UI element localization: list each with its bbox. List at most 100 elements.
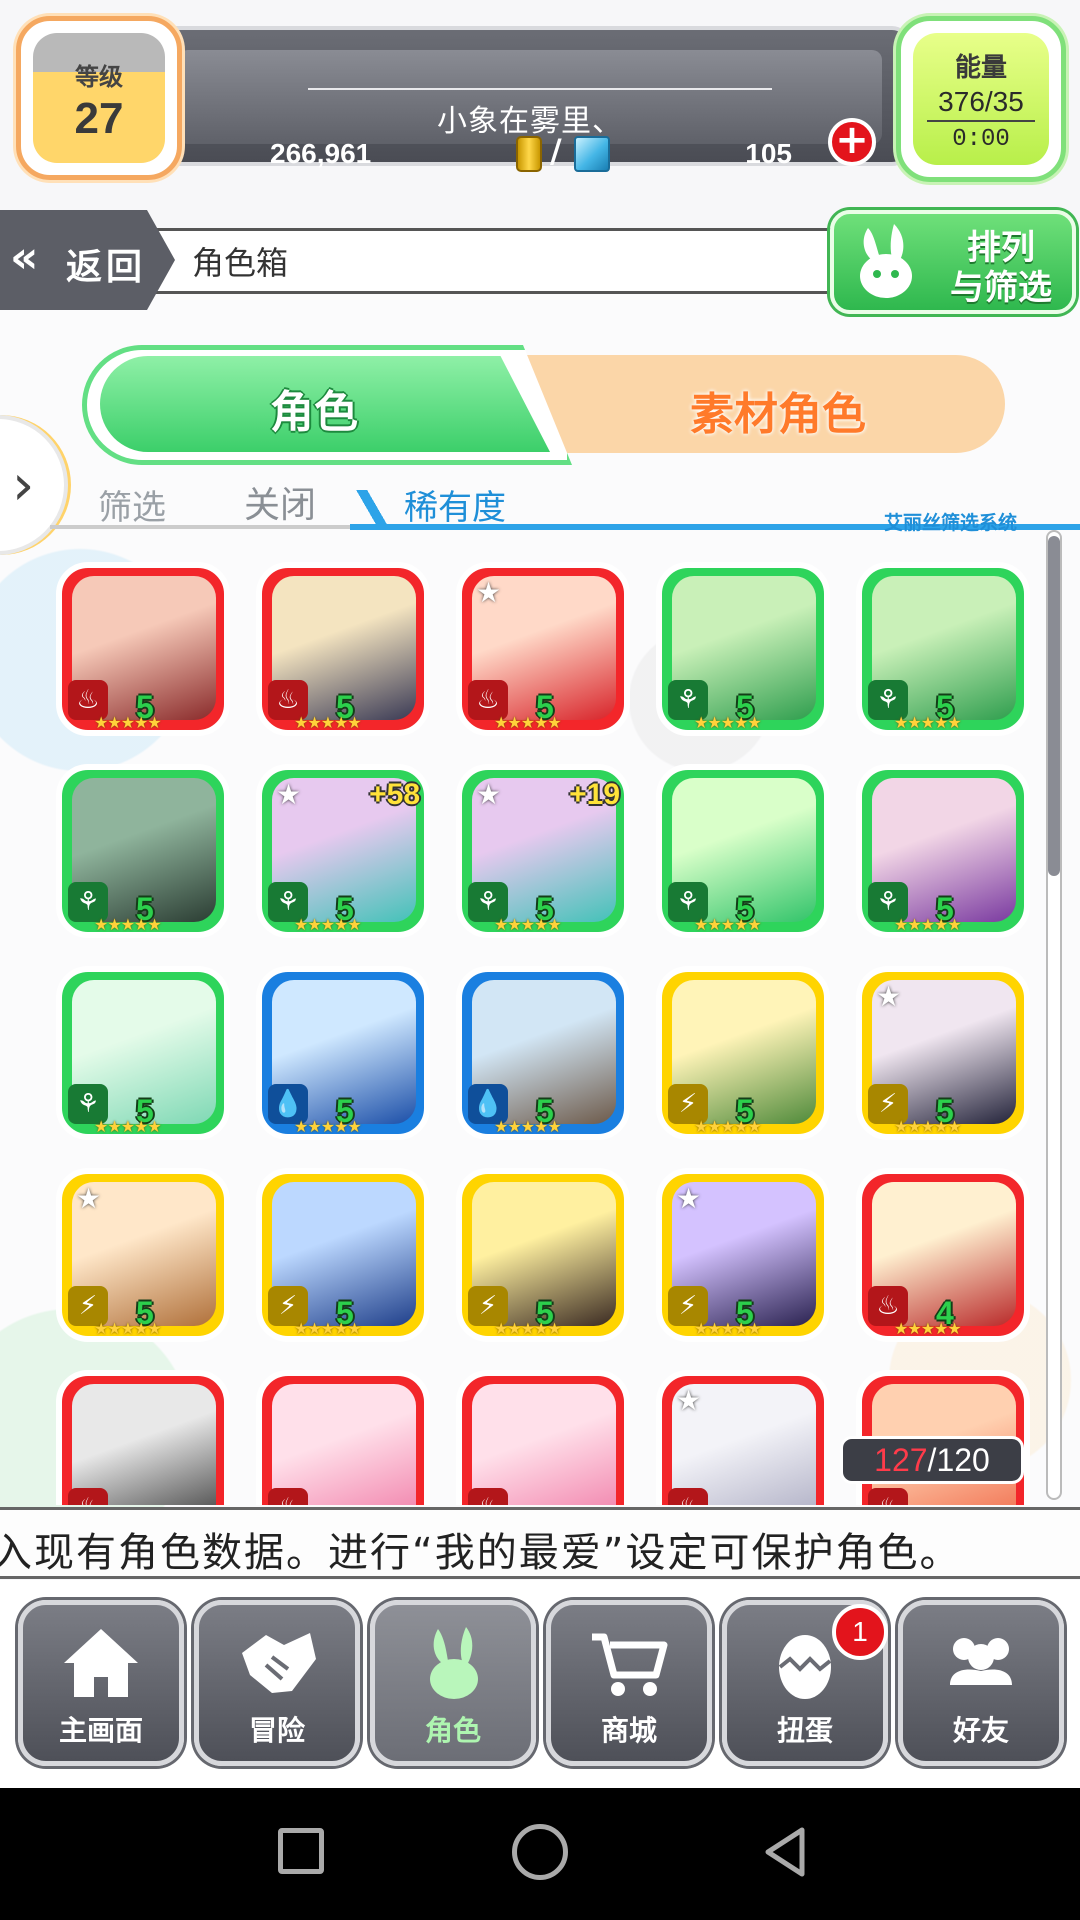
character-card[interactable]: 💧 5 ★★★★★ bbox=[256, 966, 430, 1140]
filter-toggle[interactable]: 关闭 bbox=[244, 476, 316, 528]
fire-attribute-icon: ♨ bbox=[268, 1488, 308, 1505]
home-system-icon[interactable] bbox=[512, 1824, 568, 1880]
currency-separator: / bbox=[550, 132, 562, 170]
favorite-star-icon: ★ bbox=[276, 778, 302, 811]
cart-icon bbox=[551, 1623, 707, 1707]
nav-friends-button[interactable]: 好友 bbox=[898, 1600, 1064, 1766]
back-button-label: 返回 bbox=[66, 247, 147, 288]
rarity-stars: ★★★★★ bbox=[694, 713, 762, 732]
character-card[interactable]: ★ ♨ 5 ★★★★★ bbox=[456, 562, 630, 736]
energy-value: 376/35 bbox=[927, 86, 1035, 122]
gacha-notification-badge: 1 bbox=[832, 1604, 888, 1660]
hint-message-bar: 入现有角色数据。进行“我的最爱”设定可保护角色。 bbox=[0, 1507, 1080, 1579]
favorite-star-icon: ★ bbox=[76, 1182, 102, 1215]
rarity-stars: ★★★★★ bbox=[94, 1319, 162, 1338]
rarity-stars: ★★★★★ bbox=[294, 915, 362, 934]
favorite-star-icon: ★ bbox=[876, 980, 902, 1013]
nav-friends-label: 好友 bbox=[952, 1714, 1009, 1747]
back-system-icon[interactable] bbox=[756, 1822, 816, 1882]
character-card[interactable]: ★ ⚡ 5 ★★★★★ bbox=[656, 1168, 830, 1342]
character-card[interactable]: ⚡ 5 ★★★★★ bbox=[456, 1168, 630, 1342]
bunny-icon bbox=[375, 1623, 531, 1707]
nav-shop-label: 商城 bbox=[600, 1714, 657, 1747]
character-card[interactable]: ⚘ 5 ★★★★★ bbox=[856, 562, 1030, 736]
nav-shop-button[interactable]: 商城 bbox=[546, 1600, 712, 1766]
handshake-icon bbox=[199, 1623, 355, 1707]
character-card[interactable]: ⚡ 5 ★★★★★ bbox=[256, 1168, 430, 1342]
rarity-stars: ★★★★★ bbox=[494, 1319, 562, 1338]
character-card[interactable]: ★ ⚡ 5 ★★★★★ bbox=[856, 966, 1030, 1140]
rarity-stars: ★★★★★ bbox=[94, 915, 162, 934]
character-card[interactable]: ♨ bbox=[456, 1370, 630, 1505]
rarity-stars: ★★★★★ bbox=[494, 713, 562, 732]
sort-label-line1: 排列 bbox=[967, 228, 1035, 268]
rarity-stars: ★★★★★ bbox=[894, 713, 962, 732]
page-title: 角色箱 bbox=[192, 244, 289, 282]
character-card[interactable]: ★ +58 ⚘ 5 ★★★★★ bbox=[256, 764, 430, 938]
rarity-stars: ★★★★★ bbox=[694, 1319, 762, 1338]
player-status-bar: 小象在雾里、 266,961 / 105 bbox=[150, 26, 910, 172]
rarity-stars: ★★★★★ bbox=[494, 1117, 562, 1136]
fire-attribute-icon: ♨ bbox=[468, 1488, 508, 1505]
character-card[interactable]: ★♨ bbox=[656, 1370, 830, 1505]
rarity-stars: ★★★★★ bbox=[894, 915, 962, 934]
tab-characters-label: 角色 bbox=[270, 387, 358, 438]
nav-home-button[interactable]: 主画面 bbox=[18, 1600, 184, 1766]
filter-system-label: 艾丽丝筛选系统 bbox=[884, 512, 1018, 534]
character-card[interactable]: ♨ 4 ★★★★★ bbox=[856, 1168, 1030, 1342]
rarity-stars: ★★★★★ bbox=[294, 1319, 362, 1338]
fire-attribute-icon: ♨ bbox=[668, 1488, 708, 1505]
gem-count: 105 bbox=[745, 138, 792, 169]
level-label: 等级 bbox=[75, 63, 123, 91]
character-portrait bbox=[72, 1384, 216, 1505]
energy-panel[interactable]: 能量 376/35 0:00 bbox=[896, 16, 1066, 182]
favorite-star-icon: ★ bbox=[676, 1182, 702, 1215]
sort-filter-button[interactable]: 排列 与筛选 bbox=[830, 210, 1076, 314]
rarity-stars: ★★★★★ bbox=[694, 1117, 762, 1136]
back-button[interactable]: « 返回 bbox=[0, 210, 175, 310]
recent-apps-icon[interactable] bbox=[278, 1828, 324, 1874]
plus-value-label: +19 bbox=[569, 778, 620, 811]
scrollbar-thumb[interactable] bbox=[1048, 536, 1060, 876]
player-status-inner: 小象在雾里、 266,961 / 105 bbox=[178, 50, 882, 172]
sort-key-label[interactable]: 稀有度 bbox=[404, 480, 506, 529]
player-level-badge: 等级 27 bbox=[16, 16, 182, 180]
sort-label-line2: 与筛选 bbox=[950, 268, 1052, 308]
rarity-stars: ★★★★★ bbox=[894, 1319, 962, 1338]
character-card[interactable]: ⚘ 5 ★★★★★ bbox=[656, 562, 830, 736]
rarity-stars: ★★★★★ bbox=[94, 713, 162, 732]
character-card[interactable]: ⚘ 5 ★★★★★ bbox=[56, 966, 230, 1140]
character-portrait bbox=[272, 1384, 416, 1505]
fire-attribute-icon: ♨ bbox=[68, 1488, 108, 1505]
character-count-badge: 127/120 bbox=[840, 1436, 1024, 1484]
level-value: 27 bbox=[74, 94, 124, 143]
add-currency-button[interactable]: + bbox=[828, 118, 876, 166]
character-card[interactable]: ★ +19 ⚘ 5 ★★★★★ bbox=[456, 764, 630, 938]
nav-home-label: 主画面 bbox=[58, 1714, 143, 1747]
chevron-right-icon: › bbox=[12, 453, 35, 518]
rarity-stars: ★★★★★ bbox=[694, 915, 762, 934]
nav-gacha-label: 扭蛋 bbox=[776, 1714, 833, 1747]
character-card[interactable]: ⚘ 5 ★★★★★ bbox=[56, 764, 230, 938]
character-card[interactable]: ⚘ 5 ★★★★★ bbox=[856, 764, 1030, 938]
hint-message: 入现有角色数据。进行“我的最爱”设定可保护角色。 bbox=[0, 1530, 962, 1576]
character-card[interactable]: 💧 5 ★★★★★ bbox=[456, 966, 630, 1140]
name-divider bbox=[308, 88, 772, 90]
bottom-navigation: 主画面 冒险 角色 商城 扭蛋 好友 bbox=[0, 1580, 1080, 1788]
bunny-icon bbox=[860, 224, 912, 298]
nav-adventure-label: 冒险 bbox=[248, 1714, 305, 1747]
nav-adventure-button[interactable]: 冒险 bbox=[194, 1600, 360, 1766]
character-card[interactable]: ♨ bbox=[256, 1370, 430, 1505]
character-card[interactable]: ♨ 5 ★★★★★ bbox=[256, 562, 430, 736]
favorite-star-icon: ★ bbox=[476, 778, 502, 811]
nav-characters-label: 角色 bbox=[424, 1714, 481, 1747]
character-card[interactable]: ♨ bbox=[56, 1370, 230, 1505]
nav-characters-button[interactable]: 角色 bbox=[370, 1600, 536, 1766]
filter-notch bbox=[350, 490, 400, 530]
rarity-stars: ★★★★★ bbox=[894, 1117, 962, 1136]
character-card[interactable]: ★ ⚡ 5 ★★★★★ bbox=[56, 1168, 230, 1342]
character-card[interactable]: ⚘ 5 ★★★★★ bbox=[656, 764, 830, 938]
tab-material-characters-label: 素材角色 bbox=[690, 389, 866, 440]
character-card[interactable]: ⚡ 5 ★★★★★ bbox=[656, 966, 830, 1140]
character-card[interactable]: ♨ 5 ★★★★★ bbox=[56, 562, 230, 736]
